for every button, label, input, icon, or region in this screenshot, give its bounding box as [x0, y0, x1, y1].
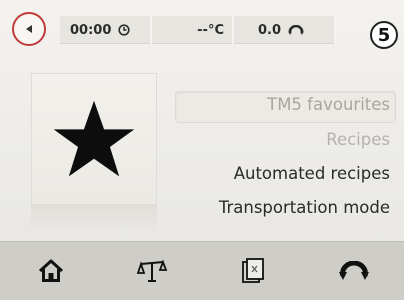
temperature-display[interactable]: --°C — [152, 16, 234, 44]
status-bar: 00:00 --°C 0.0 — [60, 16, 336, 44]
menu-item-label: Transportation mode — [218, 198, 390, 217]
back-button[interactable] — [12, 12, 46, 46]
reverse-rotation-icon — [288, 24, 304, 36]
clock-icon — [118, 24, 130, 36]
menu-item-recipes[interactable]: Recipes — [326, 130, 390, 149]
speed-value: 0.0 — [258, 22, 282, 38]
menu-scroll-fade — [170, 226, 396, 238]
reverse-button[interactable] — [303, 242, 404, 300]
reverse-rotation-icon — [338, 261, 369, 280]
bottom-nav-bar — [0, 241, 404, 300]
menu-item-label: TM5 favourites — [267, 95, 390, 114]
menu-item-label: Automated recipes — [233, 164, 390, 183]
speed-display[interactable]: 0.0 — [234, 16, 336, 44]
tile-reflection — [31, 205, 157, 233]
menu-item-label: Recipes — [326, 130, 390, 149]
menu-item-transportation-mode[interactable]: Transportation mode — [219, 198, 390, 217]
callout-number-badge: 5 — [370, 21, 398, 49]
scale-icon — [136, 259, 167, 282]
back-arrow-icon — [26, 25, 32, 33]
home-button[interactable] — [0, 242, 101, 300]
timer-value: 00:00 — [70, 22, 112, 38]
thermomix-screen: 00:00 --°C 0.0 5 TM5 favourites Recipes … — [0, 0, 404, 300]
menu-item-automated-recipes[interactable]: Automated recipes — [234, 164, 390, 183]
menu-item-tm5-favourites[interactable]: TM5 favourites — [267, 95, 390, 114]
temperature-value: --°C — [197, 22, 224, 38]
home-icon — [38, 259, 63, 282]
scale-button[interactable] — [101, 242, 202, 300]
recipe-chip-icon — [241, 258, 264, 283]
favourites-tile[interactable] — [31, 73, 157, 205]
timer-display[interactable]: 00:00 — [60, 16, 152, 44]
star-icon — [53, 100, 135, 177]
recipe-chip-button[interactable] — [202, 242, 303, 300]
